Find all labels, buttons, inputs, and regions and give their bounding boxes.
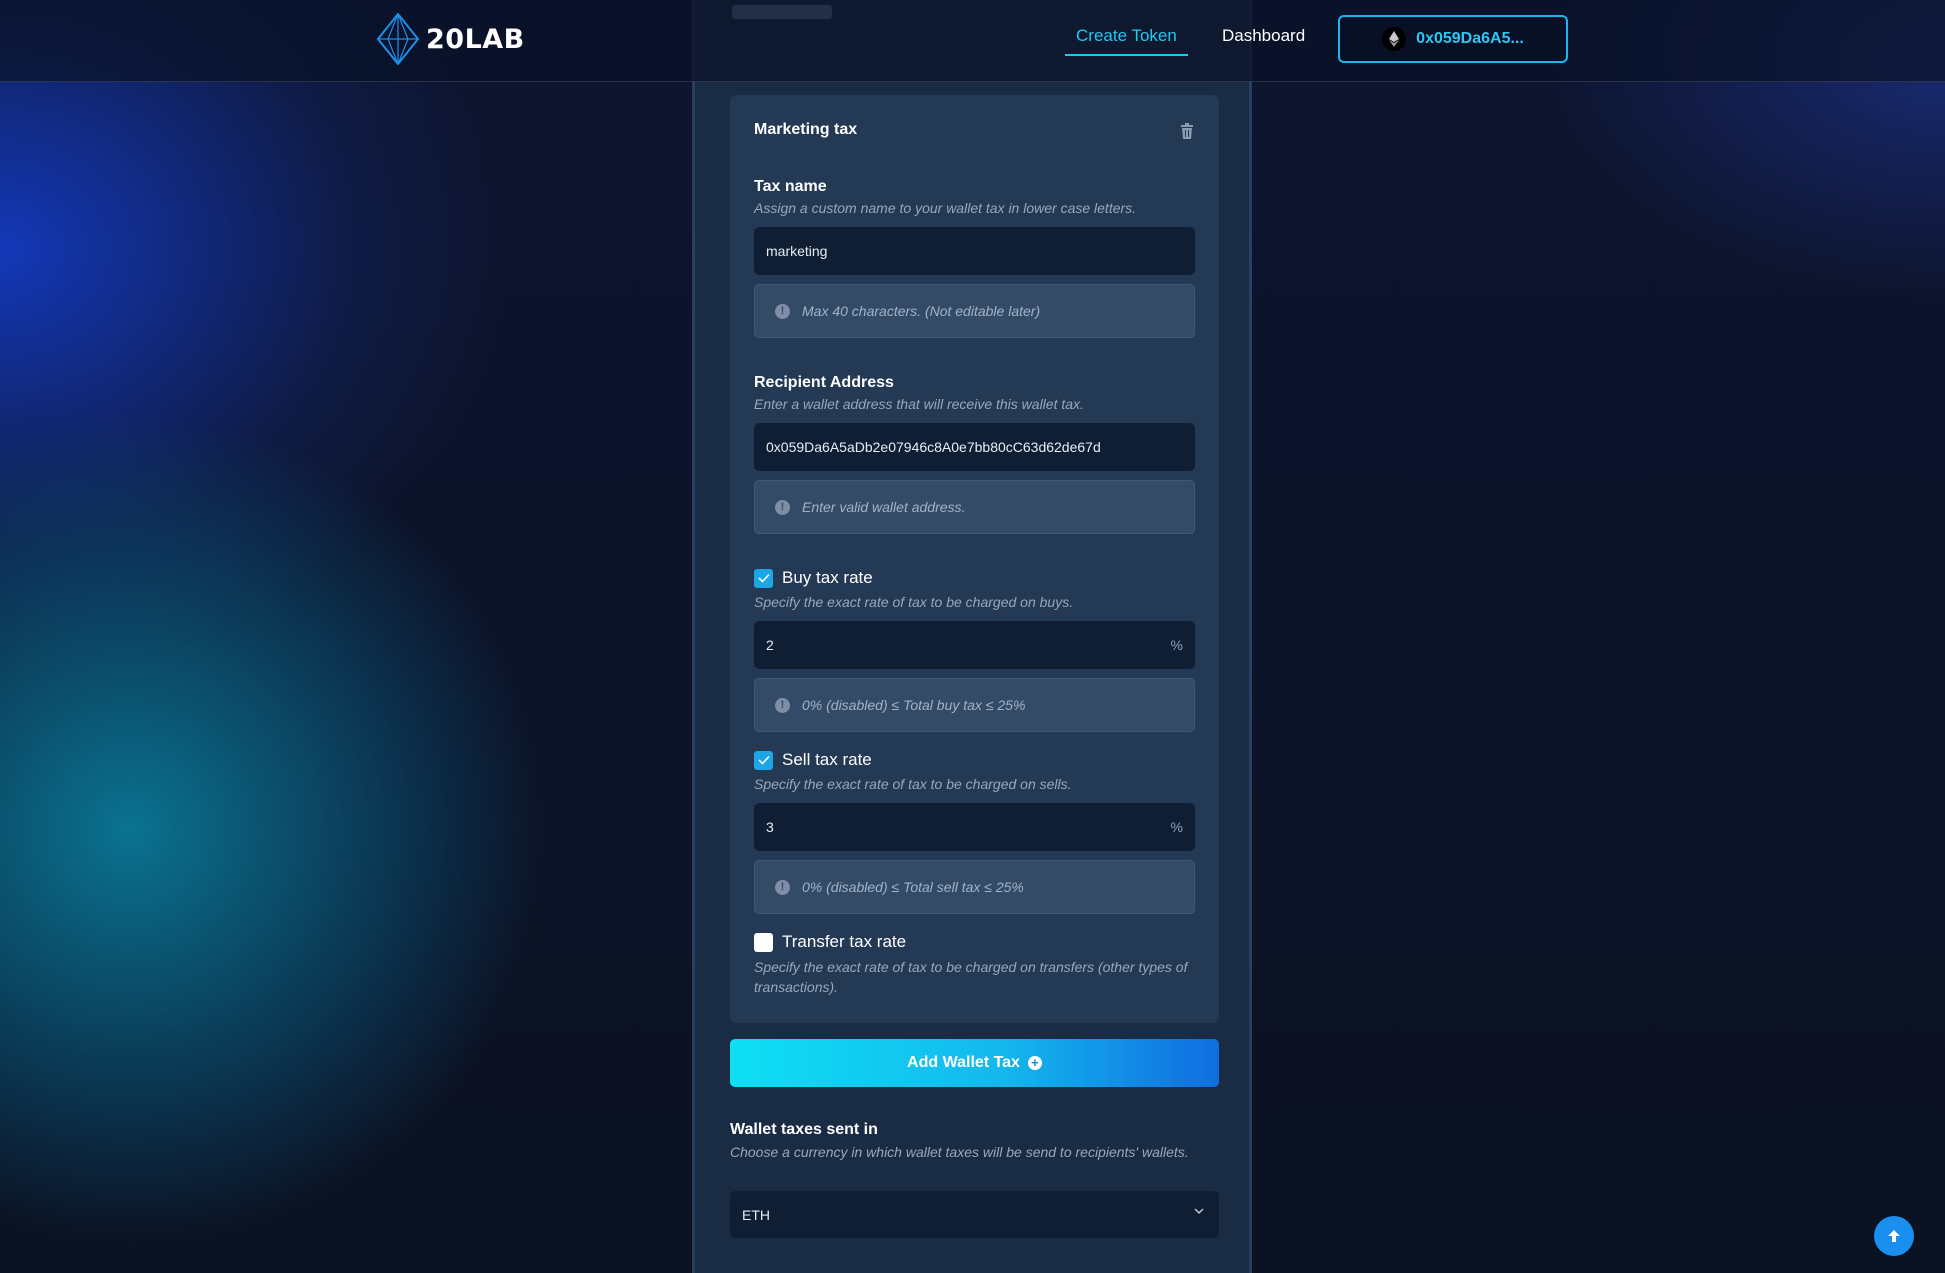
transfer-tax-label: Transfer tax rate bbox=[782, 932, 907, 951]
tax-name-hint: ! Max 40 characters. (Not editable later… bbox=[754, 284, 1195, 338]
wallet-address: 0x059Da6A5... bbox=[1416, 30, 1524, 47]
buy-tax-checkbox-row[interactable]: Buy tax rate bbox=[754, 568, 873, 588]
currency-label: Wallet taxes sent in bbox=[730, 1121, 878, 1138]
info-icon: ! bbox=[775, 303, 790, 319]
logo-icon bbox=[376, 13, 420, 65]
buy-tax-hint: ! 0% (disabled) ≤ Total buy tax ≤ 25% bbox=[754, 678, 1195, 732]
sell-tax-input[interactable]: 3 % bbox=[754, 803, 1195, 851]
tax-name-hint-text: Max 40 characters. (Not editable later) bbox=[802, 303, 1041, 319]
recipient-address-value: 0x059Da6A5aDb2e07946c8A0e7bb80cC63d62de6… bbox=[766, 439, 1101, 455]
sell-tax-checkbox-row[interactable]: Sell tax rate bbox=[754, 750, 872, 770]
trash-icon[interactable] bbox=[1180, 123, 1194, 139]
transfer-tax-help: Specify the exact rate of tax to be char… bbox=[754, 959, 1188, 995]
recipient-hint: ! Enter valid wallet address. bbox=[754, 480, 1195, 534]
card-title: Marketing tax bbox=[754, 121, 858, 138]
currency-selected-value: ETH bbox=[742, 1206, 770, 1223]
plus-circle-icon: + bbox=[1027, 1056, 1042, 1070]
buy-tax-help: Specify the exact rate of tax to be char… bbox=[754, 594, 1074, 610]
tax-name-value: marketing bbox=[766, 243, 828, 259]
main-panel: Marketing tax Tax name Assign a custom n… bbox=[692, 0, 1252, 1273]
sell-tax-hint: ! 0% (disabled) ≤ Total sell tax ≤ 25% bbox=[754, 860, 1195, 914]
info-icon: ! bbox=[775, 499, 790, 515]
percent-suffix: % bbox=[1170, 637, 1183, 653]
tax-name-input[interactable]: marketing bbox=[754, 227, 1195, 275]
recipient-label: Recipient Address bbox=[754, 374, 894, 391]
buy-tax-hint-text: 0% (disabled) ≤ Total buy tax ≤ 25% bbox=[802, 697, 1026, 713]
sell-tax-label: Sell tax rate bbox=[782, 750, 872, 769]
recipient-help: Enter a wallet address that will receive… bbox=[754, 396, 1084, 412]
percent-suffix: % bbox=[1170, 819, 1183, 835]
logo[interactable]: 20LAB bbox=[376, 13, 525, 65]
arrow-up-icon bbox=[1888, 1230, 1900, 1242]
recipient-address-input[interactable]: 0x059Da6A5aDb2e07946c8A0e7bb80cC63d62de6… bbox=[754, 423, 1195, 471]
tax-name-label: Tax name bbox=[754, 178, 827, 195]
top-header: 20LAB Create Token Dashboard 0x059Da6A5.… bbox=[0, 0, 1945, 82]
buy-tax-checkbox[interactable] bbox=[754, 568, 773, 588]
nav-create-token[interactable]: Create Token bbox=[1065, 26, 1188, 56]
nav-dashboard[interactable]: Dashboard bbox=[1222, 26, 1305, 54]
logo-text: 20LAB bbox=[426, 23, 525, 55]
transfer-tax-checkbox[interactable] bbox=[754, 932, 773, 952]
wallet-button[interactable]: 0x059Da6A5... bbox=[1338, 15, 1568, 63]
recipient-hint-text: Enter valid wallet address. bbox=[802, 499, 966, 515]
ethereum-icon bbox=[1382, 27, 1407, 51]
sell-tax-checkbox[interactable] bbox=[754, 750, 773, 770]
buy-tax-input[interactable]: 2 % bbox=[754, 621, 1195, 669]
add-wallet-tax-button[interactable]: Add Wallet Tax + bbox=[730, 1039, 1219, 1087]
transfer-tax-checkbox-row[interactable]: Transfer tax rate bbox=[754, 932, 906, 952]
info-icon: ! bbox=[775, 879, 790, 895]
scrolled-content-shadow bbox=[732, 5, 832, 19]
chevron-down-icon bbox=[1194, 1208, 1204, 1214]
scroll-to-top-button[interactable] bbox=[1874, 1216, 1914, 1256]
sell-tax-value: 3 bbox=[766, 819, 774, 835]
check-icon bbox=[757, 573, 770, 583]
wallet-tax-card: Marketing tax Tax name Assign a custom n… bbox=[730, 95, 1219, 1023]
info-icon: ! bbox=[775, 697, 790, 713]
buy-tax-label: Buy tax rate bbox=[782, 568, 873, 587]
buy-tax-value: 2 bbox=[766, 637, 774, 653]
sell-tax-help: Specify the exact rate of tax to be char… bbox=[754, 776, 1072, 792]
currency-select[interactable]: ETH bbox=[730, 1191, 1219, 1238]
add-wallet-tax-label: Add Wallet Tax bbox=[907, 1054, 1020, 1071]
currency-help: Choose a currency in which wallet taxes … bbox=[730, 1144, 1189, 1160]
tax-name-help: Assign a custom name to your wallet tax … bbox=[754, 200, 1137, 216]
check-icon bbox=[757, 755, 770, 765]
sell-tax-hint-text: 0% (disabled) ≤ Total sell tax ≤ 25% bbox=[802, 879, 1024, 895]
